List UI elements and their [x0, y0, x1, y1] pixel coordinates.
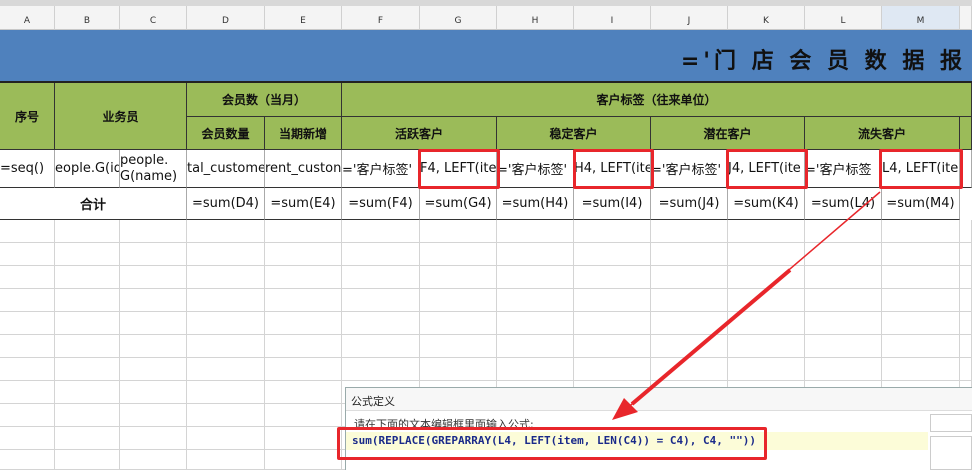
annotation-arrow — [612, 191, 881, 420]
